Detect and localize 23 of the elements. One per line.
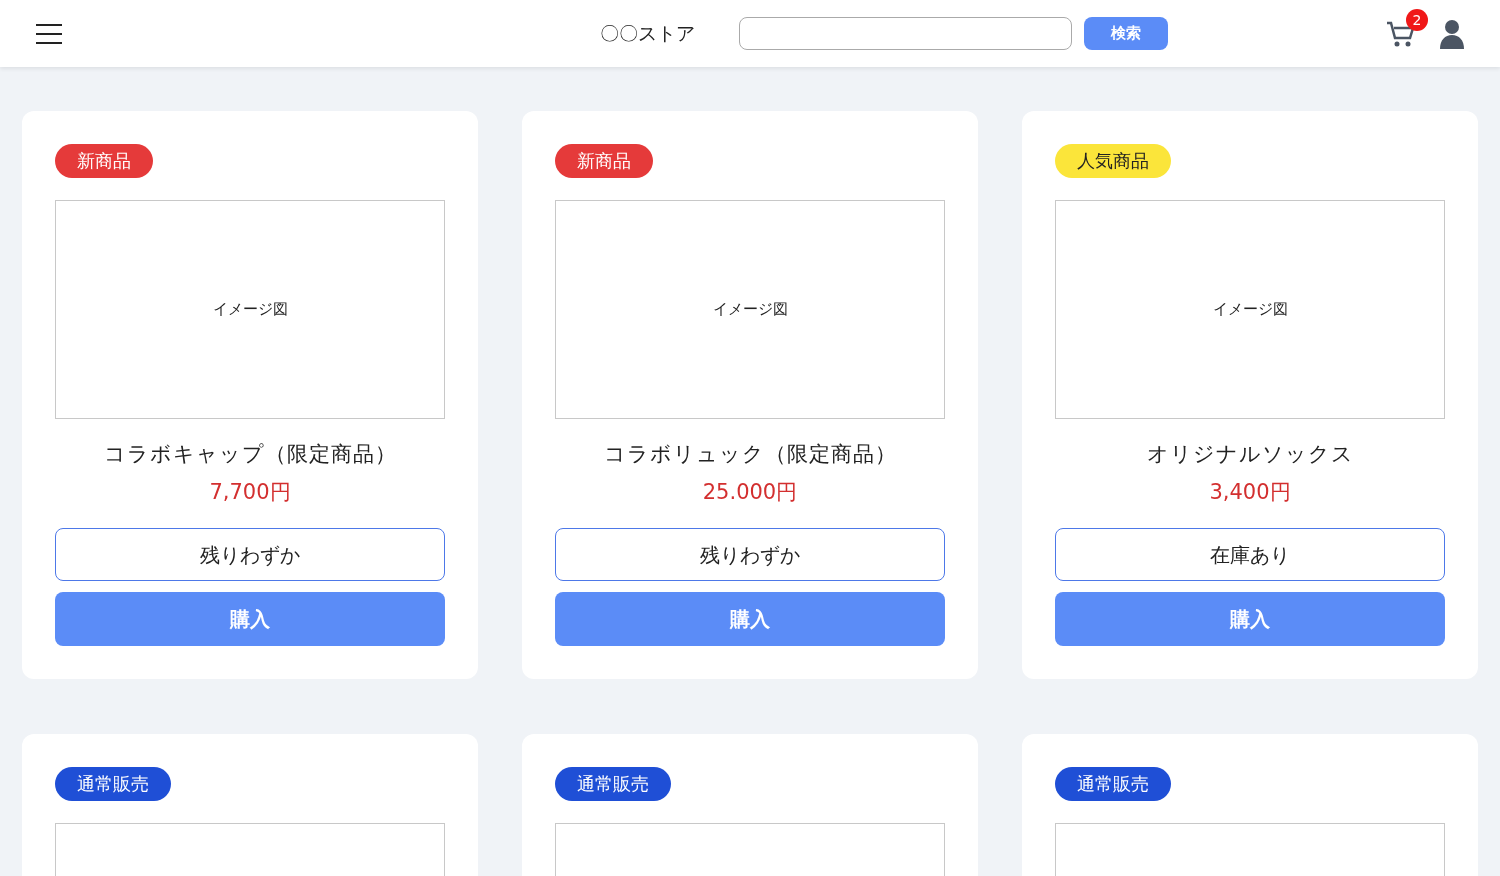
product-tag: 新商品 — [55, 144, 153, 178]
product-name: コラボリュック（限定商品） — [602, 441, 898, 468]
placeholder-label: イメージ図 — [712, 299, 788, 321]
product-tag: 通常販売 — [1055, 767, 1171, 801]
product-tag: 通常販売 — [55, 767, 171, 801]
product-price: 3,400円 — [1208, 478, 1292, 506]
user-icon[interactable] — [1440, 18, 1464, 49]
product-name: オリジナルソックス — [1145, 441, 1355, 468]
stock-status-button[interactable]: 在庫あり — [1055, 528, 1445, 581]
store-name[interactable]: 〇〇ストア — [600, 19, 695, 48]
product-price: 25.000円 — [701, 478, 799, 506]
placeholder-label: イメージ図 — [1212, 299, 1288, 321]
stock-status-button[interactable]: 残りわずか — [555, 528, 945, 581]
product-price: 7,700円 — [208, 478, 292, 506]
menu-icon[interactable] — [36, 23, 62, 44]
product-name: コラボキャップ（限定商品） — [102, 441, 398, 468]
product-tag: 新商品 — [555, 144, 653, 178]
search-field[interactable] — [739, 17, 1072, 50]
placeholder-label: イメージ図 — [212, 299, 288, 321]
product-tag: 通常販売 — [555, 767, 671, 801]
cart-count: 2 — [1406, 8, 1428, 31]
product-tag: 人気商品 — [1055, 144, 1171, 178]
stock-status-button[interactable]: 残りわずか — [55, 528, 445, 581]
